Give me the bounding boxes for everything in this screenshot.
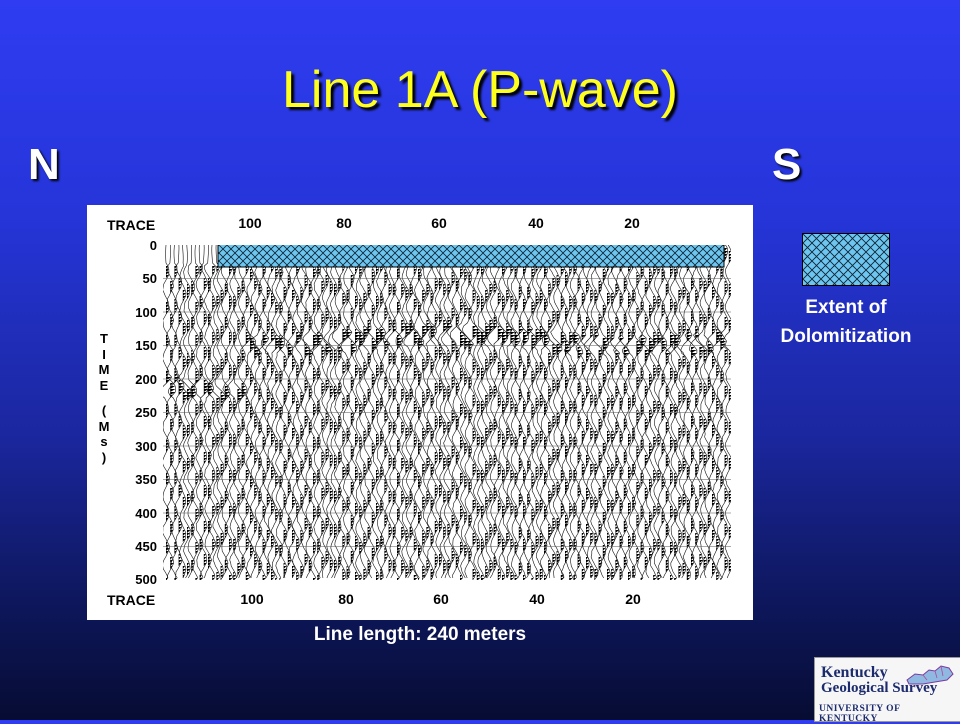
- legend-line-1: Extent of: [805, 297, 887, 318]
- time-axis-letter: I: [102, 346, 106, 362]
- time-tick: 400: [135, 506, 157, 521]
- time-axis-letter: M: [98, 418, 110, 434]
- slide-title: Line 1A (P-wave): [282, 61, 678, 119]
- time-tick: 100: [135, 305, 157, 320]
- time-tick: 250: [135, 405, 157, 420]
- dolomitization-band: [217, 245, 725, 268]
- trace-tick-bottom: 80: [338, 591, 354, 607]
- time-tick: 350: [135, 472, 157, 487]
- trace-label-top: TRACE: [107, 217, 156, 233]
- trace-tick-top: 60: [431, 215, 447, 231]
- trace-tick-top: 40: [528, 215, 544, 231]
- time-axis-letter: (: [101, 403, 107, 418]
- trace-tick-top: 20: [624, 215, 640, 231]
- time-axis-letter: T: [100, 331, 108, 346]
- time-axis-letter: E: [99, 377, 109, 393]
- time-axis-title: T I M E ( M s ): [95, 331, 113, 465]
- time-tick: 500: [135, 572, 157, 587]
- trace-tick-bottom: 100: [240, 591, 264, 607]
- time-tick: 450: [135, 539, 157, 554]
- trace-label-bottom: TRACE: [107, 592, 156, 608]
- logo-line-2: Geological Survey: [821, 680, 938, 696]
- seismic-section-panel: TRACE 100 80 60 40 20 TRACE 100 80 60 40…: [87, 205, 753, 620]
- time-axis-letter: s: [100, 434, 108, 449]
- north-label: N: [28, 140, 60, 189]
- trace-tick-top: 100: [238, 215, 262, 231]
- logo-line-3: UNIVERSITY OF KENTUCKY: [819, 704, 901, 724]
- line-length-caption: Line length: 240 meters: [313, 624, 527, 645]
- trace-tick-top: 80: [336, 215, 352, 231]
- time-tick: 0: [149, 238, 157, 253]
- south-label: S: [772, 140, 802, 189]
- dolomitization-legend-swatch: [802, 233, 890, 286]
- seismic-wiggle-section: [163, 245, 731, 580]
- time-tick: 150: [135, 338, 157, 353]
- trace-tick-bottom: 40: [529, 591, 545, 607]
- time-tick: 200: [135, 372, 157, 387]
- legend-line-2: Dolomitization: [780, 326, 912, 347]
- time-tick: 300: [135, 439, 157, 454]
- trace-tick-bottom: 60: [433, 591, 449, 607]
- legend-text: Extent of Dolomitization: [756, 293, 936, 351]
- trace-tick-bottom: 20: [625, 591, 641, 607]
- time-axis-letter: M: [98, 362, 110, 377]
- time-tick: 50: [142, 271, 157, 286]
- time-axis-letter: ): [101, 449, 107, 465]
- kgs-logo: Kentucky Geological Survey UNIVERSITY OF…: [814, 657, 960, 724]
